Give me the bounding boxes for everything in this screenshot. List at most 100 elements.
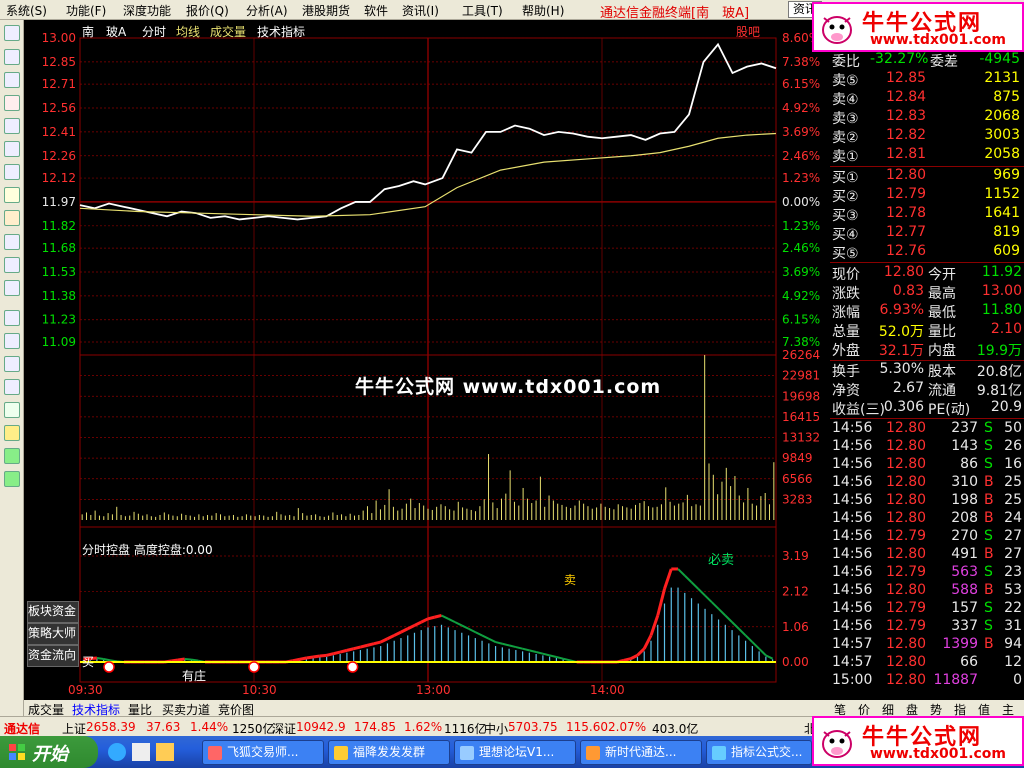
detail-icon[interactable] — [4, 49, 20, 65]
wave-icon[interactable] — [4, 310, 20, 326]
list-icon[interactable] — [4, 141, 20, 157]
control-trend-line — [184, 658, 192, 661]
tick-time: 14:56 — [832, 456, 873, 472]
intraday-chart[interactable]: 南 玻A 分时 均线 成交量 技术指标 股吧 13.00 8.60% 12.85 7.38% 12.… — [24, 20, 830, 716]
stat-row: 总量 52.0万 量比 2.10 — [830, 321, 1024, 340]
stat-label: 股本 — [928, 364, 956, 380]
percent-icon[interactable] — [4, 379, 20, 395]
sme-index-amt: 403.0亿 — [652, 722, 699, 736]
bid-row: 买① 12.80 969 — [830, 167, 1024, 186]
tick-row: 14:56 12.79 157 S 22 — [830, 600, 1024, 618]
desktop-icon[interactable] — [132, 743, 150, 761]
menu-item-analysis[interactable]: 分析(A) — [246, 2, 288, 19]
menu-item-system[interactable]: 系统(S) — [6, 2, 47, 19]
stat-value: 11.92 — [981, 264, 1022, 280]
tick-row: 14:56 12.79 563 S 23 — [830, 564, 1024, 582]
tick-side: S — [984, 564, 993, 580]
folder-icon[interactable] — [156, 743, 174, 761]
pct-tick-label: 3.69% — [782, 265, 820, 279]
line-chart-icon[interactable] — [4, 72, 20, 88]
pencil-icon[interactable] — [4, 425, 20, 441]
ask-label: 卖① — [832, 149, 859, 165]
mail-icon[interactable] — [4, 187, 20, 203]
menu-item-software[interactable]: 软件 — [364, 2, 388, 19]
start-button[interactable]: 开始 — [0, 736, 98, 768]
tick-row: 14:57 12.80 66 12 — [830, 654, 1024, 672]
stat-label: 量比 — [928, 324, 956, 340]
menu-item-depth-function[interactable]: 深度功能 — [123, 2, 171, 19]
stat-label: 总量 — [832, 324, 860, 340]
menu-item-info[interactable]: 资讯(I) — [402, 2, 439, 19]
app-icon — [208, 746, 222, 760]
tick-side: S — [984, 420, 993, 436]
sme-index-pct: 2.07% — [608, 720, 647, 734]
bid-row: 买⑤ 12.76 609 — [830, 243, 1024, 262]
tick-price: 12.80 — [886, 438, 927, 454]
tick-volume: 588 — [951, 582, 978, 598]
menu-item-tools[interactable]: 工具(T) — [462, 2, 503, 19]
indicator-tick-label: 2.12 — [782, 585, 809, 599]
task-feihu[interactable]: 飞狐交易师... — [202, 740, 324, 765]
stat-row: 现价 12.80 今开 11.92 — [830, 264, 1024, 283]
fund-flow-button[interactable]: 资金流向 — [27, 645, 79, 667]
chart-svg: 南 玻A 分时 均线 成交量 技术指标 股吧13.00 8.60%12.85 7.38%12.… — [42, 24, 821, 697]
task-forum[interactable]: 理想论坛V1... — [454, 740, 576, 765]
volume-tick-label: 22981 — [782, 369, 820, 383]
weibi-label: 委比 — [832, 54, 860, 70]
tick-side: S — [984, 600, 993, 616]
control-trend-line — [177, 657, 185, 662]
table-icon[interactable] — [4, 164, 20, 180]
ask-label: 卖④ — [832, 92, 859, 108]
etf-icon[interactable] — [4, 280, 20, 296]
stat-label: 涨幅 — [832, 305, 860, 321]
task-tdx[interactable]: 新时代通达... — [580, 740, 702, 765]
stat-value: 11.80 — [981, 302, 1022, 318]
buy-marker-icon — [103, 661, 115, 673]
task-formula[interactable]: 指标公式交... — [706, 740, 812, 765]
sme-index-label[interactable]: 中小 — [484, 720, 508, 737]
control-trend-line — [711, 601, 720, 610]
control-trend-line — [697, 588, 706, 597]
sector-fund-button[interactable]: 板块资金 — [27, 601, 79, 623]
bid-row: 买② 12.79 1152 — [830, 186, 1024, 205]
sz-index-label[interactable]: 深证 — [272, 720, 296, 737]
tick-row: 15:00 12.80 11887 0 — [830, 672, 1024, 690]
tick-time: 14:56 — [832, 564, 873, 580]
control-trend-line — [366, 642, 375, 647]
zoom-icon[interactable] — [4, 257, 20, 273]
ie-icon[interactable] — [108, 743, 126, 761]
menu-item-quote[interactable]: 报价(Q) — [186, 2, 229, 19]
ask-label: 卖③ — [832, 111, 859, 127]
guba-link: 股吧 — [736, 25, 760, 39]
bars-icon[interactable] — [4, 333, 20, 349]
people-icon[interactable] — [4, 210, 20, 226]
tick-volume: 237 — [951, 420, 978, 436]
tick-count: 26 — [1004, 438, 1022, 454]
arrow-up-icon[interactable] — [4, 448, 20, 464]
weicha-value: -4945 — [979, 51, 1020, 67]
tick-row: 14:56 12.79 270 S 27 — [830, 528, 1024, 546]
control-trend-line — [353, 645, 361, 651]
quote-list-icon[interactable] — [4, 25, 20, 41]
report-icon[interactable] — [4, 118, 20, 134]
task-fujiang[interactable]: 福降发发发群 — [328, 740, 450, 765]
tick-row: 14:56 12.80 588 B 53 — [830, 582, 1024, 600]
sh-index-label[interactable]: 上证 — [62, 720, 86, 737]
f10-icon[interactable] — [4, 234, 20, 250]
candle-icon[interactable] — [4, 95, 20, 111]
control-trend-line — [684, 574, 693, 583]
control-trend-line — [447, 617, 456, 624]
menu-item-hk-futures[interactable]: 港股期货 — [302, 2, 350, 19]
menu-item-help[interactable]: 帮助(H) — [522, 2, 564, 19]
tick-count: 25 — [1004, 474, 1022, 490]
arrow-down-icon[interactable] — [4, 471, 20, 487]
control-trend-line — [434, 614, 442, 619]
strategy-master-button[interactable]: 策略大师 — [27, 623, 79, 645]
price-tick-label: 12.41 — [42, 125, 76, 139]
menu-item-function[interactable]: 功能(F) — [66, 2, 106, 19]
export-icon[interactable] — [4, 402, 20, 418]
grid-icon[interactable] — [4, 356, 20, 372]
tick-count: 53 — [1004, 582, 1022, 598]
tick-time: 14:56 — [832, 420, 873, 436]
cow-logo-icon — [822, 730, 852, 758]
